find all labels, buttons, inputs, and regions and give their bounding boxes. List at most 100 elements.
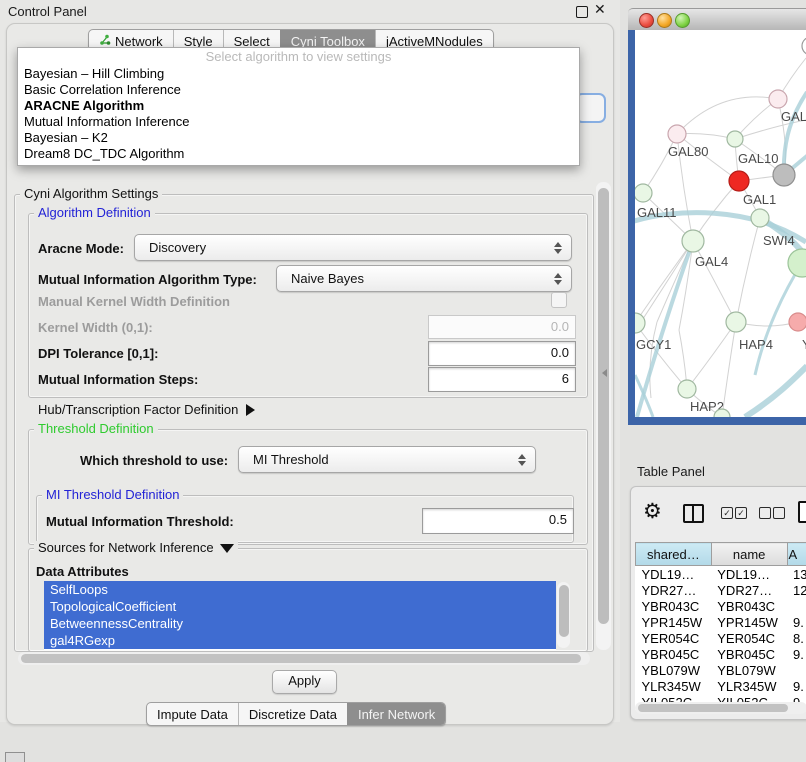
data-attribute-item[interactable]: SelfLoops — [44, 581, 556, 598]
minimize-traffic-icon[interactable] — [657, 13, 672, 28]
network-node-hap2[interactable] — [678, 380, 696, 398]
table-column-header[interactable]: shared… — [636, 543, 712, 566]
column-layout-icon[interactable] — [683, 504, 704, 523]
panel-title: Control Panel — [8, 4, 87, 19]
network-edge[interactable] — [639, 241, 693, 325]
zoom-traffic-icon[interactable] — [675, 13, 690, 28]
algorithm-option[interactable]: Bayesian – K2 — [18, 130, 579, 146]
table-hscrollbar[interactable] — [635, 702, 806, 714]
tab-discretize-data[interactable]: Discretize Data — [238, 703, 347, 725]
network-node-gal10[interactable] — [727, 131, 743, 147]
data-attribute-item[interactable]: BetweennessCentrality — [44, 615, 556, 632]
mi-type-select[interactable]: Naive Bayes — [276, 265, 572, 292]
control-panel-titlebar: Control Panel ✕ — [0, 0, 620, 22]
which-threshold-value: MI Threshold — [239, 452, 515, 467]
network-edge[interactable] — [722, 322, 736, 417]
tab-impute-data[interactable]: Impute Data — [147, 703, 238, 725]
document-icon[interactable] — [798, 501, 806, 523]
network-node-gal11[interactable] — [635, 184, 652, 202]
network-node-gal1[interactable] — [729, 171, 749, 191]
network-canvas[interactable]: GALGAL80GAL10GAL1GAL11SWI4GAL4GCY1HAP4YH… — [635, 30, 806, 417]
table-row[interactable]: YBL079WYBL079W — [636, 662, 806, 678]
network-node-gal[interactable] — [769, 90, 787, 108]
table-column-header[interactable]: name — [711, 543, 787, 566]
network-node-label: GAL11 — [637, 205, 677, 220]
close-icon[interactable]: ✕ — [594, 1, 606, 18]
algorithm-definition-title: Algorithm Definition — [34, 206, 155, 219]
kernel-width-label: Kernel Width (0,1): — [38, 320, 153, 335]
network-node-label: Y — [802, 337, 806, 352]
table-column-header[interactable]: A — [787, 543, 806, 566]
table-row[interactable]: YPR145WYPR145W9. — [636, 614, 806, 630]
settings-vscrollbar[interactable] — [596, 182, 611, 650]
gear-icon[interactable]: ⚙ — [643, 502, 662, 522]
data-attribute-item[interactable]: TopologicalCoefficient — [44, 598, 556, 615]
settings-hscrollbar[interactable] — [18, 652, 590, 665]
table-row[interactable]: YDL19…YDL19…13 — [636, 566, 806, 583]
network-node[interactable] — [788, 249, 806, 277]
expand-right-icon — [246, 404, 255, 416]
collapsed-panel-icon[interactable] — [5, 752, 25, 762]
stepper-icon — [551, 273, 565, 285]
table-cell: YBR043C — [711, 598, 787, 614]
network-edge[interactable] — [677, 97, 778, 134]
data-attribute-item[interactable]: gal4RGexp — [44, 632, 556, 649]
dpi-tolerance-field[interactable]: 0.0 — [428, 341, 576, 366]
network-node-y[interactable] — [789, 313, 806, 331]
algorithm-option[interactable]: Basic Correlation Inference — [18, 82, 579, 98]
table-cell: 9. — [787, 646, 806, 662]
algorithm-option[interactable]: Mutual Information Inference — [18, 114, 579, 130]
unchecked-checkbox-icon[interactable] — [773, 507, 785, 519]
network-edge[interactable] — [635, 241, 693, 323]
mi-threshold-group-title: MI Threshold Definition — [42, 488, 183, 501]
sources-toggle[interactable]: Sources for Network Inference — [34, 541, 238, 554]
network-edge[interactable] — [687, 322, 736, 389]
table-cell: YBR043C — [636, 598, 712, 614]
network-node-hap4[interactable] — [726, 312, 746, 332]
table-row[interactable]: YDR27…YDR27…12 — [636, 582, 806, 598]
algorithm-option[interactable]: Dream8 DC_TDC Algorithm — [18, 146, 579, 162]
apply-button[interactable]: Apply — [272, 670, 337, 694]
network-edge[interactable] — [736, 218, 760, 322]
network-window-titlebar[interactable] — [628, 8, 806, 32]
mi-steps-field[interactable]: 6 — [428, 367, 576, 392]
network-node[interactable] — [802, 37, 806, 55]
tab-infer-network[interactable]: Infer Network — [347, 703, 445, 725]
table-cell: 13 — [787, 566, 806, 583]
network-edge[interactable] — [784, 92, 806, 175]
splitter-collapse-icon[interactable] — [602, 369, 607, 377]
checked-checkbox-icon[interactable]: ✓ — [735, 507, 747, 519]
table-row[interactable]: YER054CYER054C8. — [636, 630, 806, 646]
aracne-mode-select[interactable]: Discovery — [134, 234, 572, 261]
collapse-down-icon — [220, 544, 234, 553]
kernel-width-field[interactable]: 0.0 — [428, 315, 576, 339]
manual-kernel-checkbox[interactable] — [551, 292, 567, 308]
network-node-swi4[interactable] — [751, 209, 769, 227]
algorithm-option[interactable]: Bayesian – Hill Climbing — [18, 66, 579, 82]
attributes-scrollbar[interactable] — [557, 582, 570, 648]
network-node-label: SWI4 — [763, 233, 795, 248]
network-edge[interactable] — [679, 241, 693, 330]
network-edge[interactable] — [643, 134, 677, 193]
hub-definition-toggle[interactable]: Hub/Transcription Factor Definition — [38, 402, 255, 417]
aracne-mode-label: Aracne Mode: — [38, 241, 124, 256]
algorithm-option[interactable]: ARACNE Algorithm — [18, 98, 579, 114]
dpi-tolerance-label: DPI Tolerance [0,1]: — [38, 346, 158, 361]
network-node-gcy1[interactable] — [635, 313, 645, 333]
unchecked-checkbox-icon[interactable] — [759, 507, 771, 519]
checked-checkbox-icon[interactable]: ✓ — [721, 507, 733, 519]
network-node[interactable] — [773, 164, 795, 186]
table-row[interactable]: YLR345WYLR345W9. — [636, 678, 806, 694]
table-row[interactable]: YBR045CYBR045C9. — [636, 646, 806, 662]
float-icon[interactable] — [576, 6, 588, 18]
network-node-label: GAL10 — [738, 151, 778, 166]
table-cell — [787, 598, 806, 614]
close-traffic-icon[interactable] — [639, 13, 654, 28]
network-node-gal4[interactable] — [682, 230, 704, 252]
network-node-gal80[interactable] — [668, 125, 686, 143]
mi-threshold-field[interactable]: 0.5 — [422, 508, 574, 534]
which-threshold-select[interactable]: MI Threshold — [238, 446, 536, 473]
table-panel-title: Table Panel — [637, 464, 705, 479]
window-frame — [628, 417, 806, 425]
table-row[interactable]: YBR043CYBR043C — [636, 598, 806, 614]
